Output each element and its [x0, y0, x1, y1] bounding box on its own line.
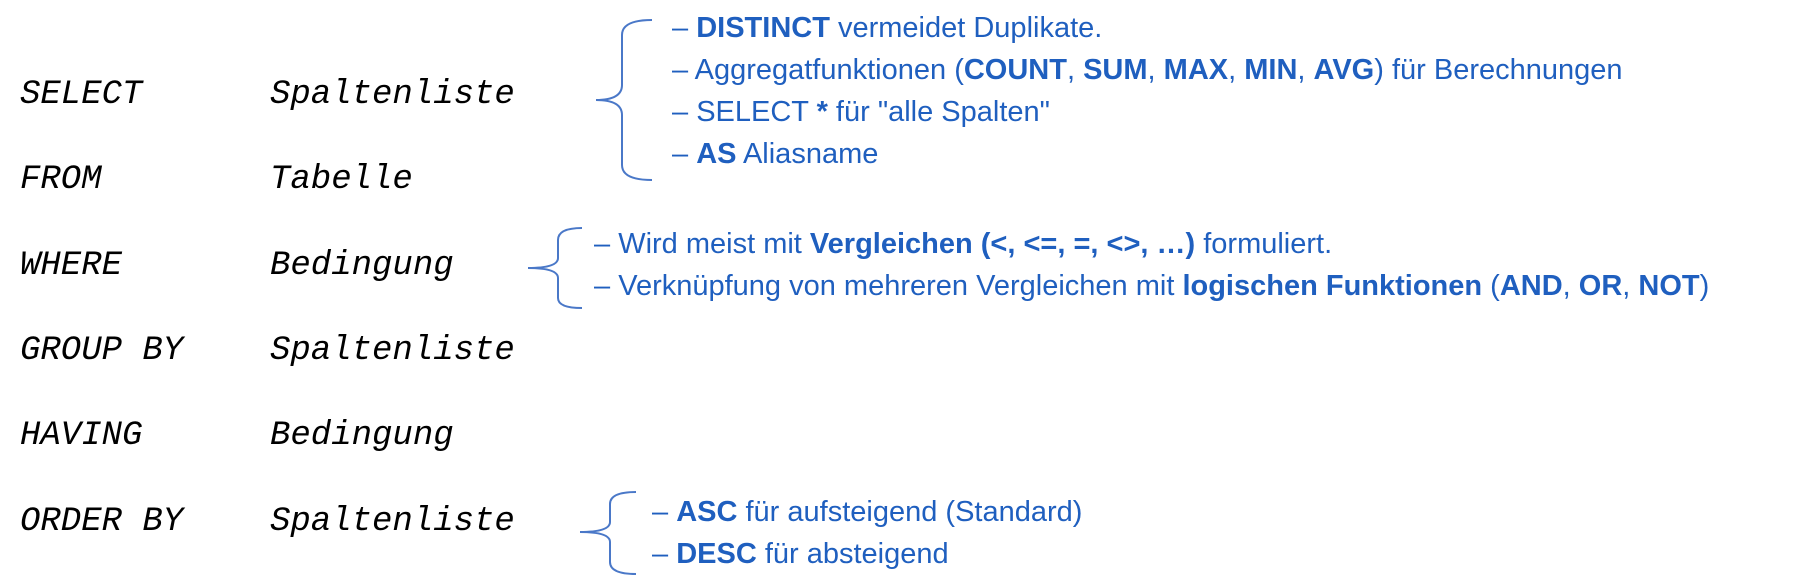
order-by-argument: Spaltenliste	[270, 503, 515, 541]
select-argument: Spaltenliste	[270, 76, 515, 114]
order-note-desc: – DESC für absteigend	[652, 538, 949, 570]
from-argument: Tabelle	[270, 161, 413, 199]
group-by-keyword: GROUP BY	[20, 332, 184, 370]
order-note-asc: – ASC für aufsteigend (Standard)	[652, 496, 1083, 528]
select-note-distinct: – DISTINCT vermeidet Duplikate.	[672, 12, 1103, 44]
where-argument: Bedingung	[270, 247, 454, 285]
select-keyword: SELECT	[20, 76, 143, 114]
from-keyword: FROM	[20, 161, 102, 199]
order-by-brace	[579, 491, 637, 575]
select-note-alias: – AS Aliasname	[672, 138, 879, 170]
group-by-argument: Spaltenliste	[270, 332, 515, 370]
where-keyword: WHERE	[20, 247, 123, 285]
where-note-logical: – Verknüpfung von mehreren Vergleichen m…	[594, 270, 1710, 302]
select-note-star: – SELECT * für "alle Spalten"	[672, 96, 1050, 128]
where-note-comparisons: – Wird meist mit Vergleichen (<, <=, =, …	[594, 228, 1333, 260]
having-argument: Bedingung	[270, 417, 454, 455]
having-keyword: HAVING	[20, 417, 143, 455]
order-by-keyword: ORDER BY	[20, 503, 184, 541]
select-note-aggregate: – Aggregatfunktionen (COUNT, SUM, MAX, M…	[672, 54, 1623, 86]
where-brace	[527, 227, 583, 309]
select-brace	[595, 19, 653, 181]
